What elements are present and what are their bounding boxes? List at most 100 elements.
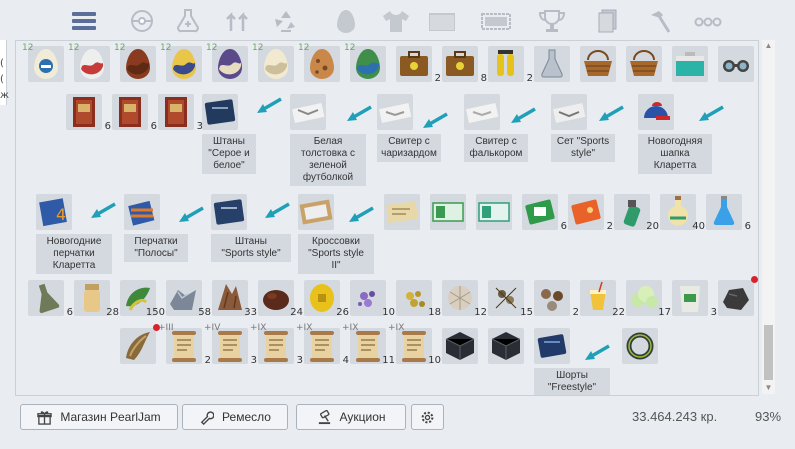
inventory-slot[interactable]: 10 xyxy=(350,280,395,318)
item-count: 2 xyxy=(204,355,211,366)
inventory-slot[interactable]: 2 xyxy=(488,46,533,84)
inventory-slot[interactable]: 12 xyxy=(160,43,202,82)
inventory-slot[interactable] xyxy=(384,194,420,230)
tab-upgrade-arrows[interactable] xyxy=(218,4,258,38)
cloud-icon xyxy=(631,286,658,308)
scroll-thumb[interactable] xyxy=(764,325,773,380)
inventory-slot[interactable]: 2 xyxy=(396,46,441,84)
inventory-slot[interactable]: 12 xyxy=(252,43,294,82)
tab-ticket[interactable] xyxy=(476,4,516,38)
gold-coin-icon xyxy=(310,284,334,312)
sports-style-set-icon xyxy=(553,103,586,123)
inventory-slot[interactable] xyxy=(377,94,413,130)
inventory-slot[interactable]: 26 xyxy=(304,280,349,318)
inventory-slot[interactable]: +III 2 xyxy=(158,323,211,366)
book-icon xyxy=(119,97,141,127)
dark-box-icon xyxy=(491,332,521,360)
inventory-slot[interactable] xyxy=(120,324,160,364)
tab-potion[interactable] xyxy=(168,4,208,38)
inventory-slot[interactable] xyxy=(202,94,238,130)
inventory-slot[interactable]: 58 xyxy=(166,280,211,318)
inventory-slot[interactable]: 12 xyxy=(206,43,248,82)
inventory-slot[interactable]: 40 xyxy=(660,194,705,232)
inventory-slot[interactable] xyxy=(718,46,754,82)
inventory-slot[interactable]: 6 xyxy=(522,194,567,232)
inventory-slot[interactable]: 3 xyxy=(672,280,717,318)
item-count: 2 xyxy=(526,73,533,84)
inventory-slot[interactable] xyxy=(298,194,334,230)
inventory-slot[interactable]: 20 xyxy=(614,194,659,232)
inventory-slot[interactable] xyxy=(551,94,587,130)
inventory-slot[interactable]: 28 xyxy=(74,280,119,318)
inventory-slot[interactable] xyxy=(430,194,466,230)
inventory-slot[interactable]: 18 xyxy=(396,280,441,318)
inventory-slot[interactable] xyxy=(622,328,658,364)
inventory-slot[interactable] xyxy=(488,328,524,364)
inventory-slot[interactable]: 12 xyxy=(68,43,110,82)
inventory-slot[interactable] xyxy=(580,46,616,82)
scroll-down-arrow[interactable]: ▼ xyxy=(762,382,775,394)
inventory-slot[interactable]: 3 xyxy=(158,94,203,132)
inventory-slot[interactable]: 12 xyxy=(298,43,340,82)
inventory-slot[interactable]: +IX 4 xyxy=(296,323,349,366)
inventory-slot[interactable]: 6 xyxy=(66,94,111,132)
inventory-slot[interactable]: 33 xyxy=(212,280,257,318)
inventory-slot[interactable] xyxy=(638,94,674,130)
inventory-slot[interactable] xyxy=(534,328,570,364)
inventory-slot[interactable]: 15 xyxy=(488,280,533,318)
inventory-slot[interactable]: 4 xyxy=(36,194,72,230)
inventory-slot[interactable]: 12 xyxy=(442,280,487,318)
inventory-slot[interactable] xyxy=(672,46,708,82)
tab-pokeball[interactable] xyxy=(122,4,162,38)
inventory-slot[interactable]: 6 xyxy=(112,94,157,132)
scroll-up-arrow[interactable]: ▲ xyxy=(762,40,775,52)
inventory-slot[interactable]: 24 xyxy=(258,280,303,318)
inventory-slot[interactable]: 2 xyxy=(568,194,613,232)
auction-button[interactable]: Аукцион xyxy=(296,404,406,430)
tab-recycle[interactable] xyxy=(266,4,306,38)
swap-arrow-icon xyxy=(585,344,610,360)
tab-more[interactable] xyxy=(688,4,728,38)
craft-button[interactable]: Ремесло xyxy=(182,404,288,430)
inventory-slot[interactable] xyxy=(124,194,160,230)
inventory-slot[interactable] xyxy=(211,194,247,230)
inventory-slot[interactable]: 22 xyxy=(580,280,625,318)
item-name-label: Шорты "Freestyle" xyxy=(534,368,610,395)
inventory-slot[interactable]: +IX 3 xyxy=(250,323,303,366)
sneakers-box-icon xyxy=(299,199,333,225)
tab-trophy[interactable] xyxy=(532,4,572,38)
item-count: 6 xyxy=(66,307,73,318)
inventory-slot[interactable]: +IX 11 xyxy=(342,323,395,366)
inventory-slot[interactable] xyxy=(476,194,512,230)
scroll-icon xyxy=(218,331,242,362)
inventory-slot[interactable] xyxy=(534,46,570,82)
tab-hammer[interactable] xyxy=(640,4,680,38)
inventory-slot[interactable]: 150 xyxy=(120,280,165,318)
inventory-slot[interactable]: 17 xyxy=(626,280,671,318)
inventory-slot[interactable]: 6 xyxy=(28,280,73,318)
inventory-slot[interactable]: 12 xyxy=(344,43,386,82)
inventory-slot[interactable] xyxy=(718,276,758,316)
inventory-slot[interactable]: 12 xyxy=(22,43,64,82)
inventory-slot[interactable]: +IV 3 xyxy=(204,323,257,366)
tab-folder[interactable] xyxy=(422,4,462,38)
inventory-slot[interactable]: 8 xyxy=(442,46,487,84)
inventory-slot[interactable]: 2 xyxy=(534,280,579,318)
inventory-slot[interactable] xyxy=(442,328,478,364)
inventory-slot[interactable] xyxy=(464,94,500,130)
shop-button[interactable]: Магазин PearlJam xyxy=(20,404,178,430)
tab-cards[interactable] xyxy=(588,4,628,38)
swap-arrow-icon xyxy=(511,107,536,123)
tab-list[interactable] xyxy=(64,4,104,38)
tab-egg[interactable] xyxy=(326,4,366,38)
inventory-slot[interactable]: 6 xyxy=(706,194,751,232)
inventory-slot[interactable] xyxy=(626,46,662,82)
scrollbar[interactable]: ▲ ▼ xyxy=(762,40,775,394)
shop-label: Магазин PearlJam xyxy=(60,410,161,424)
inventory-slot[interactable]: 12 xyxy=(114,43,156,82)
item-plus-label: +IX xyxy=(342,323,359,333)
tab-shirt[interactable] xyxy=(376,4,416,38)
settings-button[interactable] xyxy=(411,404,444,430)
inventory-slot[interactable] xyxy=(290,94,326,130)
inventory-slot[interactable]: +IX 10 xyxy=(388,323,441,366)
